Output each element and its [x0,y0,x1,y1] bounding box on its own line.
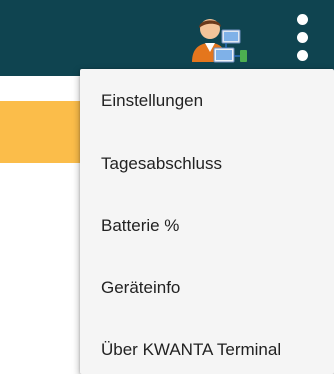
menu-item-battery[interactable]: Batterie % [80,195,334,257]
more-vertical-icon[interactable] [284,12,320,64]
menu-item-settings[interactable]: Einstellungen [80,69,334,133]
menu-item-daily-closing[interactable]: Tagesabschluss [80,133,334,195]
overflow-menu: Einstellungen Tagesabschluss Batterie % … [80,69,334,374]
menu-item-about[interactable]: Über KWANTA Terminal [80,319,334,374]
dot [297,14,308,25]
background-accent-block [0,101,80,163]
dot [297,32,308,43]
menu-item-device-info[interactable]: Geräteinfo [80,257,334,319]
app-toolbar [0,0,334,76]
user-network-icon[interactable] [186,12,248,66]
dot [297,50,308,61]
